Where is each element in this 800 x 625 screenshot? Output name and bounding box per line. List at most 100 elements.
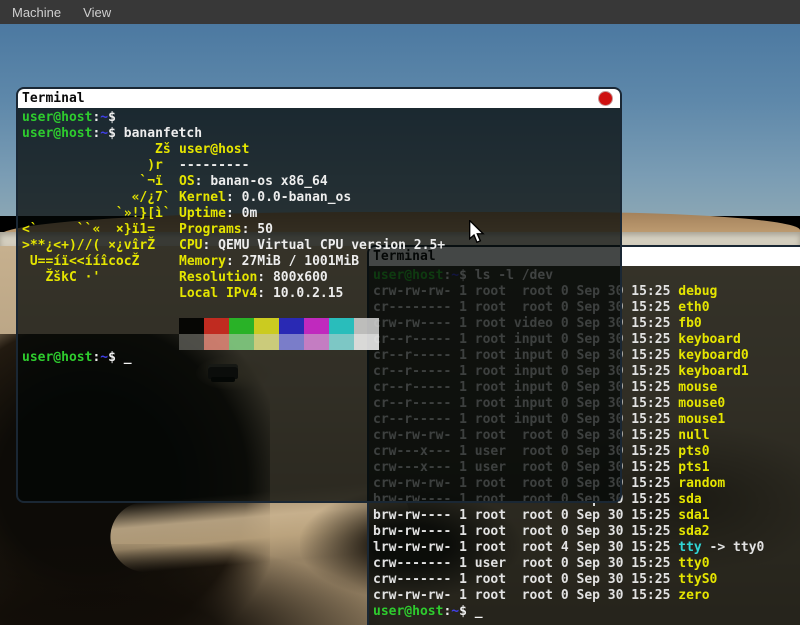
fetch-line: U==íï<<ííîcocŽMemory: 27MiB / 1001MiB xyxy=(22,254,620,270)
prompt-dollar: $ xyxy=(459,604,475,619)
ls-row-meta: lrw-rw-rw- 1 root root 4 Sep 30 15:25 xyxy=(373,540,678,555)
fetch-value: 50 xyxy=(257,222,273,237)
menu-view[interactable]: View xyxy=(83,5,111,20)
fetch-colon: : xyxy=(257,286,273,301)
terminal1-title: Terminal xyxy=(22,89,85,108)
terminal-window-1[interactable]: Terminal user@host:~$ user@host:~$ banan… xyxy=(16,87,622,503)
text-cursor: _ xyxy=(475,604,483,619)
ls-row-filename: sda2 xyxy=(678,524,709,539)
ascii-art: «/¿7` xyxy=(22,190,179,206)
fetch-line: «/¿7`Kernel: 0.0.0-banan_os xyxy=(22,190,620,206)
ascii-art: `¬ï xyxy=(22,174,179,190)
prompt-user: user@host xyxy=(22,126,92,141)
palette-swatch xyxy=(279,334,304,350)
fetch-line: <` ``« ×}ï1=Programs: 50 xyxy=(22,222,620,238)
fetch-line: >**¿<+)//( ×¿vîrŽCPU: QEMU Virtual CPU v… xyxy=(22,238,620,254)
command-text: bananfetch xyxy=(124,126,202,141)
ls-row-filename: mouse xyxy=(678,380,717,395)
fetch-label: Memory xyxy=(179,254,226,269)
ls-row: lrw-rw-rw- 1 root root 4 Sep 30 15:25 tt… xyxy=(373,540,800,556)
fetch-line: Local IPv4: 10.0.2.15 xyxy=(22,286,620,302)
fetch-value: --------- xyxy=(179,158,249,173)
palette-swatch xyxy=(179,334,204,350)
fetch-colon: : xyxy=(226,190,242,205)
ls-row-filename: ttyS0 xyxy=(678,572,717,587)
ascii-art: `»!}[ì` xyxy=(22,206,179,222)
ls-row-filename: eth0 xyxy=(678,300,709,315)
close-button[interactable] xyxy=(599,92,612,105)
prompt-path: ~ xyxy=(100,110,108,125)
fetch-label: Uptime xyxy=(179,206,226,221)
fetch-label: user@host xyxy=(179,142,249,157)
ascii-art: ŽškC ·' xyxy=(22,270,179,286)
ls-row-filename: sda1 xyxy=(678,508,709,523)
palette-swatch xyxy=(204,318,229,334)
ls-row-meta: crw------- 1 user root 0 Sep 30 15:25 xyxy=(373,556,678,571)
ls-row-filename: random xyxy=(678,476,725,491)
fetch-colon: : xyxy=(257,270,273,285)
terminal1-titlebar[interactable]: Terminal xyxy=(18,89,620,108)
ascii-art: Zš xyxy=(22,142,179,158)
fetch-line: ŽškC ·'Resolution: 800x600 xyxy=(22,270,620,286)
text-cursor: _ xyxy=(124,350,132,365)
fetch-colon: : xyxy=(242,222,258,237)
ls-row: brw-rw---- 1 root root 0 Sep 30 15:25 sd… xyxy=(373,508,800,524)
fetch-line: Zšuser@host xyxy=(22,142,620,158)
fetch-colon: : xyxy=(226,206,242,221)
ls-row-filename: pts0 xyxy=(678,444,709,459)
fetch-value: 800x600 xyxy=(273,270,328,285)
menu-machine[interactable]: Machine xyxy=(12,5,61,20)
fetch-colon: : xyxy=(226,254,242,269)
wallpaper-rocks-bottom xyxy=(0,544,380,625)
fetch-label: Kernel xyxy=(179,190,226,205)
terminal1-command-line: user@host:~$ bananfetch xyxy=(22,126,620,142)
prompt-path: ~ xyxy=(100,350,108,365)
fetch-value: QEMU Virtual CPU version 2.5+ xyxy=(218,238,445,253)
terminal1-empty-prompt-line: user@host:~$ xyxy=(22,110,620,126)
ls-row-filename: mouse0 xyxy=(678,396,725,411)
fetch-line: `¬ïOS: banan-os x86_64 xyxy=(22,174,620,190)
prompt-user: user@host xyxy=(373,604,443,619)
prompt-dollar: $ xyxy=(108,350,124,365)
menu-bar: Machine View xyxy=(0,0,800,24)
prompt-user: user@host xyxy=(22,350,92,365)
palette-swatch xyxy=(354,334,379,350)
prompt-path: ~ xyxy=(451,604,459,619)
prompt-dollar: $ xyxy=(108,110,124,125)
fetch-value: banan-os x86_64 xyxy=(210,174,327,189)
fetch-label: OS xyxy=(179,174,195,189)
prompt-path: ~ xyxy=(100,126,108,141)
blank-line xyxy=(22,302,620,318)
terminal1-prompt-line: user@host:~$ _ xyxy=(22,350,620,366)
palette-swatch xyxy=(279,318,304,334)
fetch-colon: : xyxy=(195,174,211,189)
palette-swatch xyxy=(329,318,354,334)
color-palette-row-1 xyxy=(179,318,620,334)
fetch-colon: : xyxy=(202,238,218,253)
fetch-label: Local IPv4 xyxy=(179,286,257,301)
ascii-art: )r xyxy=(22,158,179,174)
ls-row-filename: tty0 xyxy=(678,556,709,571)
ls-row-filename: sda xyxy=(678,492,701,507)
ls-row-filename: keyboard xyxy=(678,332,741,347)
ls-row: crw-rw-rw- 1 root root 0 Sep 30 15:25 ze… xyxy=(373,588,800,604)
fetch-label: CPU xyxy=(179,238,202,253)
fetch-output: Zšuser@host )r--------- `¬ïOS: banan-os … xyxy=(22,142,620,302)
ls-row-filename: keyboard0 xyxy=(678,348,748,363)
ls-row-filename: fb0 xyxy=(678,316,701,331)
fetch-label: Programs xyxy=(179,222,242,237)
ls-row-filename: keyboard1 xyxy=(678,364,748,379)
fetch-line: `»!}[ì`Uptime: 0m xyxy=(22,206,620,222)
ls-row-meta: crw-rw-rw- 1 root root 0 Sep 30 15:25 xyxy=(373,588,678,603)
fetch-value: 0.0.0-banan_os xyxy=(242,190,352,205)
terminal1-content[interactable]: user@host:~$ user@host:~$ bananfetch Zšu… xyxy=(18,108,620,366)
palette-swatch xyxy=(304,318,329,334)
ls-row: crw------- 1 root root 0 Sep 30 15:25 tt… xyxy=(373,572,800,588)
ls-row: crw------- 1 user root 0 Sep 30 15:25 tt… xyxy=(373,556,800,572)
fetch-line: )r--------- xyxy=(22,158,620,174)
palette-swatch xyxy=(179,318,204,334)
ls-row-suffix: -> tty0 xyxy=(702,540,765,555)
ls-row-filename: debug xyxy=(678,284,717,299)
palette-swatch xyxy=(354,318,379,334)
color-palette-row-2 xyxy=(179,334,620,350)
